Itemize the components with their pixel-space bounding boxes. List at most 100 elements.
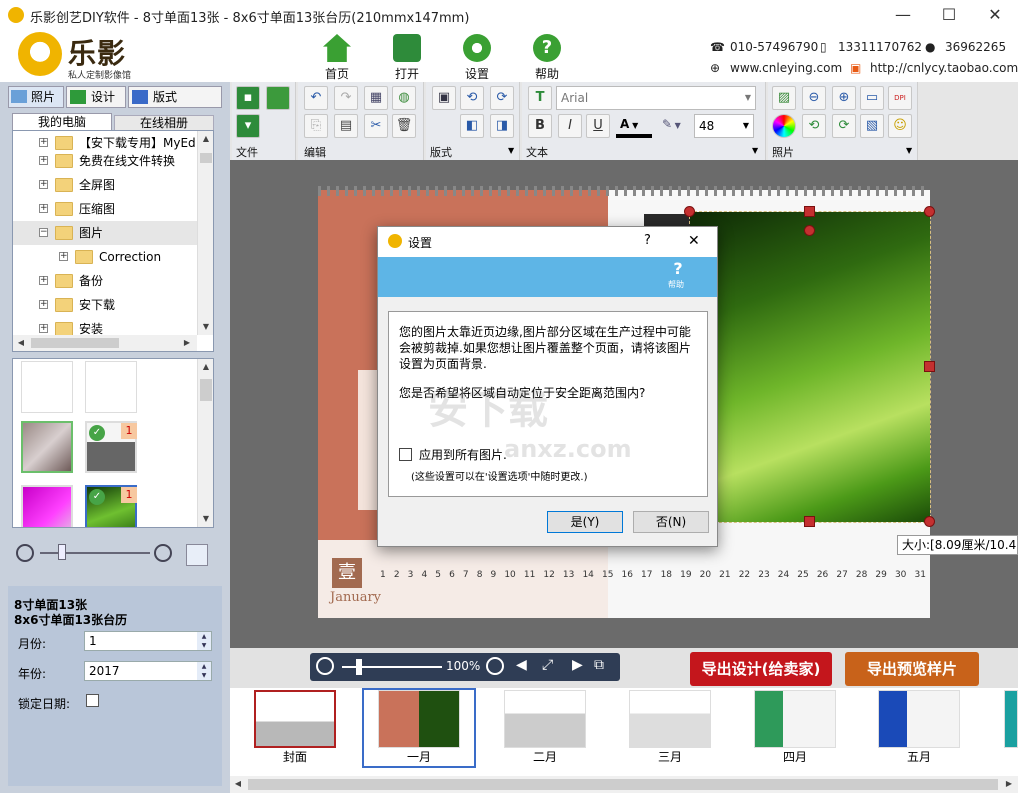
scroll-thumb[interactable] xyxy=(31,338,119,348)
thumb-zoom-slider[interactable] xyxy=(40,552,150,554)
page-thumbnail-january[interactable] xyxy=(378,690,460,748)
page-thumbnail-february[interactable] xyxy=(504,690,586,748)
zoom-out-icon[interactable] xyxy=(316,657,334,675)
highlight-color-icon[interactable]: ✎ ▼ xyxy=(660,114,692,138)
expand-icon[interactable]: + xyxy=(39,204,48,213)
redo-icon[interactable]: ↷ xyxy=(334,86,358,110)
zoom-in-icon[interactable] xyxy=(154,544,172,562)
expand-icon[interactable]: + xyxy=(39,156,48,165)
scroll-up-icon[interactable]: ▲ xyxy=(198,131,213,147)
expand-icon[interactable]: + xyxy=(39,180,48,189)
rotate-right-icon[interactable]: ⟳ xyxy=(490,86,514,110)
expand-icon[interactable]: + xyxy=(59,252,68,261)
next-page-icon[interactable]: ▶ xyxy=(572,657,583,673)
save-as-icon[interactable]: ▾ xyxy=(236,114,260,138)
apply-all-checkbox[interactable] xyxy=(399,448,412,461)
italic-button[interactable]: I xyxy=(558,114,582,138)
scroll-right-icon[interactable]: ▶ xyxy=(179,335,195,351)
resize-handle[interactable] xyxy=(684,206,695,217)
group-expand-icon[interactable]: ▼ xyxy=(752,146,758,155)
collapse-icon[interactable]: − xyxy=(39,228,48,237)
page-thumbnail-june[interactable] xyxy=(1004,690,1018,748)
prev-page-icon[interactable]: ◀ xyxy=(516,657,527,673)
zoom-out-icon[interactable] xyxy=(16,544,34,562)
rotate-handle[interactable] xyxy=(804,225,815,236)
resize-handle[interactable] xyxy=(924,516,935,527)
lock-date-checkbox[interactable] xyxy=(86,694,99,707)
photo-thumbnail[interactable] xyxy=(21,421,73,473)
subtab-online-album[interactable]: 在线相册 xyxy=(114,115,214,131)
fit-screen-icon[interactable]: ⤢ xyxy=(542,657,553,673)
delete-icon[interactable]: 🗑 xyxy=(392,114,416,138)
scroll-thumb[interactable] xyxy=(200,379,212,401)
thumbs-scrollbar[interactable]: ▲ ▼ xyxy=(197,359,213,527)
photo-thumbnail[interactable] xyxy=(21,361,73,413)
help-icon[interactable]: ? xyxy=(668,259,688,278)
paste-icon[interactable]: ▤ xyxy=(334,114,358,138)
nav-home-button[interactable]: 首页 xyxy=(310,34,364,82)
tree-horizontal-scrollbar[interactable]: ◀ ▶ xyxy=(13,335,197,351)
scroll-down-icon[interactable]: ▼ xyxy=(198,319,213,335)
export-design-button[interactable]: 导出设计(给卖家) xyxy=(690,652,832,686)
close-button[interactable]: ✕ xyxy=(972,0,1018,30)
font-color-icon[interactable]: A ▼ xyxy=(616,114,652,138)
slider-handle[interactable] xyxy=(58,544,66,560)
color-wheel-icon[interactable] xyxy=(772,114,796,138)
resize-handle[interactable] xyxy=(804,206,815,217)
dialog-close-button[interactable]: ✕ xyxy=(688,233,700,249)
resize-handle[interactable] xyxy=(924,206,935,217)
website-link[interactable]: www.cnleying.com xyxy=(730,61,842,75)
minimize-button[interactable]: — xyxy=(880,0,926,30)
text-icon[interactable]: T xyxy=(528,86,552,110)
fit-photo-icon[interactable]: ▭ xyxy=(860,86,884,110)
send-back-icon[interactable]: ◨ xyxy=(490,114,514,138)
bold-button[interactable]: B xyxy=(528,114,552,138)
dialog-help-button[interactable]: ? xyxy=(644,233,651,248)
maximize-button[interactable]: ☐ xyxy=(926,0,972,30)
actual-size-icon[interactable]: ⧉ xyxy=(594,657,604,673)
tree-item[interactable]: + 免费在线文件转换 xyxy=(13,149,199,173)
effect-icon[interactable]: ▧ xyxy=(860,114,884,138)
expand-icon[interactable]: + xyxy=(39,138,48,147)
thumbnail-view-icon[interactable] xyxy=(186,544,208,566)
copy-icon[interactable]: ⎘ xyxy=(304,114,328,138)
rotate-photo-left-icon[interactable]: ⟲ xyxy=(802,114,826,138)
nav-open-button[interactable]: 打开 xyxy=(380,34,434,82)
page-strip-scrollbar[interactable]: ◀ ▶ xyxy=(230,776,1018,793)
year-spinner-icon[interactable]: ▲ ▼ xyxy=(197,662,211,680)
nav-settings-button[interactable]: 设置 xyxy=(450,34,504,82)
layout-icon[interactable]: ▣ xyxy=(432,86,456,110)
rotate-left-icon[interactable]: ⟲ xyxy=(460,86,484,110)
rotate-photo-right-icon[interactable]: ⟳ xyxy=(832,114,856,138)
tree-vertical-scrollbar[interactable]: ▲ ▼ xyxy=(197,131,213,335)
globe-tool-icon[interactable]: ◍ xyxy=(392,86,416,110)
scroll-up-icon[interactable]: ▲ xyxy=(198,359,213,375)
year-input[interactable]: 2017 ▲ ▼ xyxy=(84,661,212,681)
cut-icon[interactable]: ✂ xyxy=(364,114,388,138)
page-thumbnail-may[interactable] xyxy=(878,690,960,748)
month-input[interactable]: 1 ▲ ▼ xyxy=(84,631,212,651)
emoji-icon[interactable]: ☺ xyxy=(888,114,912,138)
export-preview-button[interactable]: 导出预览样片 xyxy=(845,652,979,686)
no-button[interactable]: 否(N) xyxy=(633,511,709,533)
scroll-left-icon[interactable]: ◀ xyxy=(13,335,29,351)
zoom-in-icon[interactable] xyxy=(486,657,504,675)
resize-handle[interactable] xyxy=(804,516,815,527)
photo-thumbnail[interactable] xyxy=(21,485,73,527)
tree-item[interactable]: + 备份 xyxy=(13,269,199,293)
scroll-thumb[interactable] xyxy=(248,779,998,790)
add-photo-icon[interactable]: ▨ xyxy=(772,86,796,110)
scroll-down-icon[interactable]: ▼ xyxy=(198,511,213,527)
scroll-right-icon[interactable]: ▶ xyxy=(1001,776,1017,792)
open-folder-icon[interactable] xyxy=(266,86,290,110)
month-spinner-icon[interactable]: ▲ ▼ xyxy=(197,632,211,650)
subtab-my-computer[interactable]: 我的电脑 xyxy=(12,113,112,131)
scroll-left-icon[interactable]: ◀ xyxy=(230,776,246,792)
photo-thumbnail[interactable]: ✓ 1 xyxy=(85,421,137,473)
page-thumbnail-march[interactable] xyxy=(629,690,711,748)
group-expand-icon[interactable]: ▼ xyxy=(508,146,514,155)
dpi-icon[interactable]: DPI xyxy=(888,86,912,110)
expand-icon[interactable]: + xyxy=(39,324,48,333)
shop-link[interactable]: http://cnlycy.taobao.com xyxy=(870,61,1018,75)
scroll-thumb[interactable] xyxy=(200,153,212,163)
